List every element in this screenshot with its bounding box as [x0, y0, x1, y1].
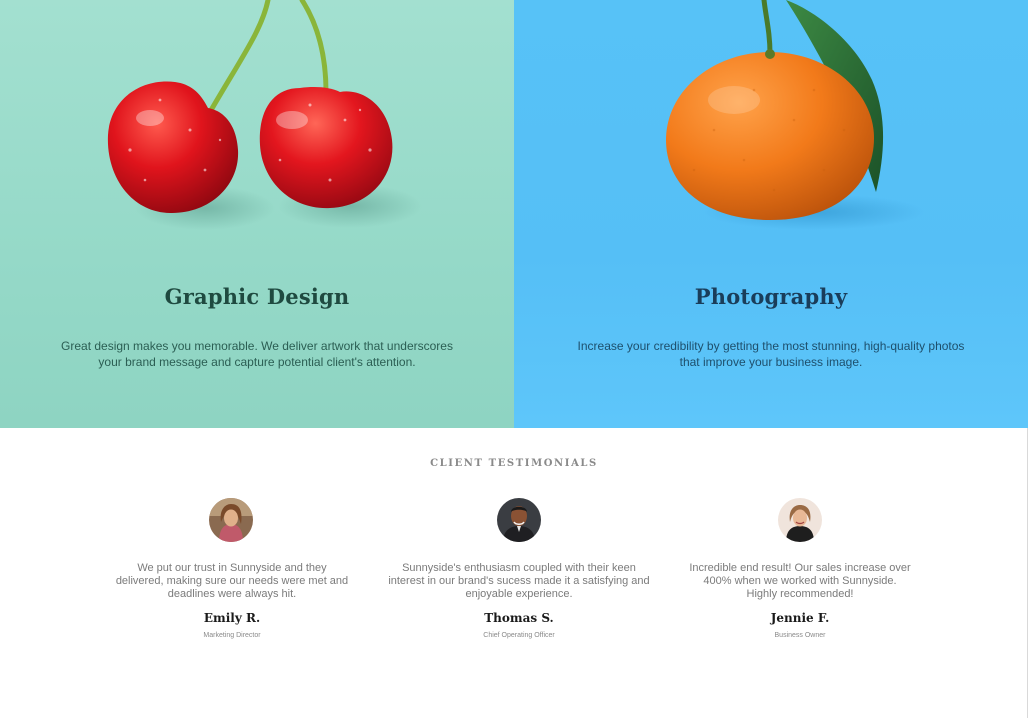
testimonial-quote: Sunnyside's enthusiasm coupled with thei… — [388, 562, 650, 600]
testimonial-role: Chief Operating Officer — [483, 632, 555, 639]
testimonial-role: Marketing Director — [203, 632, 261, 639]
testimonial-name: Jennie F. — [770, 611, 830, 625]
testimonial-quote: Incredible end result! Our sales increas… — [689, 562, 911, 600]
photography-description: Increase your credibility by getting the… — [577, 339, 965, 369]
testimonial-name: Thomas S. — [484, 611, 554, 625]
graphic-design-card: Graphic Design Great design makes you me… — [0, 0, 514, 428]
photography-title: Photography — [694, 284, 848, 309]
services-grid: Graphic Design Great design makes you me… — [0, 0, 1028, 428]
testimonial-name: Emily R. — [203, 611, 261, 625]
avatar-emily — [209, 498, 253, 542]
testimonial-quote: We put our trust in Sunnyside and they d… — [115, 562, 349, 600]
photography-card: Photography Increase your credibility by… — [514, 0, 1028, 428]
testimonials-section: CLIENT TESTIMONIALS We put our trust in … — [0, 428, 1028, 718]
avatar-thomas — [497, 498, 541, 542]
testimonial-role: Business Owner — [774, 632, 826, 639]
testimonials-heading: CLIENT TESTIMONIALS — [430, 458, 598, 469]
page: Graphic Design Great design makes you me… — [0, 0, 1028, 718]
graphic-design-description: Great design makes you memorable. We del… — [61, 339, 453, 369]
avatar-jennie — [778, 498, 822, 542]
graphic-design-title: Graphic Design — [164, 284, 350, 309]
